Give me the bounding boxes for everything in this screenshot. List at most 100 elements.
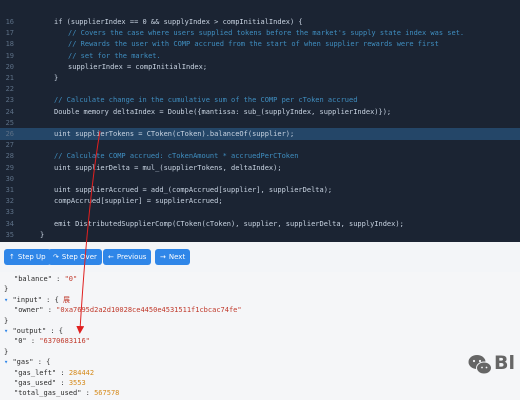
next-button[interactable]: → Next bbox=[155, 249, 191, 265]
code-text: // Rewards the user with COMP accrued fr… bbox=[68, 40, 439, 49]
json-key: } bbox=[4, 285, 9, 294]
step-over-icon: ↷ bbox=[53, 253, 59, 261]
code-text: Double memory deltaIndex = Double({manti… bbox=[54, 107, 392, 116]
code-line: 24 Double memory deltaIndex = Double({man… bbox=[0, 106, 520, 118]
code-text: } bbox=[54, 74, 59, 82]
code-line: 23 // Calculate change in the cumulative … bbox=[0, 94, 520, 106]
json-separator: : bbox=[56, 368, 69, 377]
json-key: } bbox=[4, 347, 9, 356]
debugger-toolbar: ↑ Step Up ↷ Step Over ← Previous → Next bbox=[0, 242, 520, 272]
code-line: 30 bbox=[0, 173, 520, 185]
arrow-up-icon: ↑ bbox=[9, 253, 15, 261]
json-line[interactable]: ▾ "input" : { 展 bbox=[4, 295, 70, 305]
json-line: "total_gas_used" : 567578 bbox=[14, 388, 119, 398]
code-line: 34 emit DistributedSupplierComp(CToken(cT… bbox=[0, 218, 520, 230]
line-number: 21 bbox=[5, 74, 14, 82]
code-line: 33 bbox=[0, 206, 520, 218]
json-line: "gas_used" : 3553 bbox=[14, 378, 86, 388]
line-number: 22 bbox=[5, 85, 14, 94]
json-separator: : bbox=[56, 379, 69, 387]
step-up-label: Step Up bbox=[17, 253, 46, 261]
line-number: 27 bbox=[5, 141, 14, 150]
brand-text: Bl bbox=[494, 352, 515, 374]
json-value: 567578 bbox=[94, 389, 120, 398]
line-number: 23 bbox=[5, 96, 14, 105]
step-over-button[interactable]: ↷ Step Over bbox=[48, 249, 102, 265]
line-number: 30 bbox=[5, 174, 14, 183]
previous-label: Previous bbox=[116, 253, 147, 261]
json-key: "total_gas_used" bbox=[14, 389, 82, 398]
code-line: 22 bbox=[0, 83, 520, 95]
line-number: 16 bbox=[5, 18, 14, 26]
json-line: "owner" : "0xa7695d2a2d10028ce4450e45315… bbox=[14, 305, 242, 315]
line-number: 29 bbox=[5, 163, 14, 172]
json-key: } bbox=[4, 316, 9, 325]
json-key: "gas_left" bbox=[14, 368, 57, 377]
json-line[interactable]: ▾ "output" : { bbox=[4, 326, 63, 336]
wechat-watermark: Bl bbox=[468, 352, 520, 380]
json-value: 展 bbox=[63, 295, 71, 304]
wechat-icon bbox=[468, 355, 492, 375]
code-text: // Calculate COMP accrued: cTokenAmount … bbox=[54, 152, 299, 161]
json-separator: : { bbox=[33, 358, 51, 367]
json-line: "balance" : "0" bbox=[14, 274, 77, 284]
json-separator: : { bbox=[41, 295, 64, 304]
json-key: "output" bbox=[12, 327, 47, 335]
arrow-right-icon: → bbox=[160, 253, 166, 261]
code-text: // Calculate change in the cumulative su… bbox=[54, 96, 358, 105]
code-line: 29 uint supplierDelta = mul_(supplierToke… bbox=[0, 162, 520, 174]
line-number: 24 bbox=[5, 107, 14, 116]
json-output-panel: "balance" : "0"} ▾ "input" : { 展 "owner" :… bbox=[0, 272, 520, 400]
line-number: 34 bbox=[5, 219, 14, 228]
json-value: "0" bbox=[64, 275, 78, 283]
code-editor: 16 if (supplierIndex == 0 && supplyIndex … bbox=[0, 0, 520, 242]
json-value: "0xa7695d2a2d10028ce4450e4531511f1cbcac7… bbox=[56, 306, 242, 315]
previous-button[interactable]: ← Previous bbox=[103, 249, 152, 265]
code-line: 32 compAccrued[supplier] = supplierAccrue… bbox=[0, 195, 520, 207]
next-label: Next bbox=[168, 253, 186, 261]
code-line: 27 bbox=[0, 139, 520, 151]
json-separator: : { bbox=[46, 327, 64, 335]
line-number: 28 bbox=[5, 152, 14, 161]
code-text: compAccrued[supplier] = supplierAccrued; bbox=[54, 197, 223, 206]
code-text: supplierIndex = compInitialIndex; bbox=[68, 62, 208, 71]
json-line: } bbox=[4, 284, 8, 294]
line-number: 35 bbox=[5, 230, 14, 239]
code-line: 20 supplierIndex = compInitialIndex; bbox=[0, 61, 520, 73]
line-number: 31 bbox=[5, 186, 14, 194]
code-text: } bbox=[40, 230, 45, 239]
json-key: "0" bbox=[14, 337, 27, 346]
code-text: uint supplierTokens = CToken(cToken).bal… bbox=[54, 130, 295, 138]
json-line: "gas_left" : 284442 bbox=[14, 368, 94, 378]
line-number: 20 bbox=[5, 62, 14, 71]
json-value: 284442 bbox=[68, 368, 95, 377]
code-text: uint supplierDelta = mul_(supplierTokens… bbox=[54, 163, 282, 172]
code-line: 31 uint supplierAccrued = add_(compAccrue… bbox=[0, 184, 520, 196]
json-value: 3553 bbox=[68, 379, 86, 387]
line-number: 18 bbox=[5, 40, 14, 49]
code-line: 16 if (supplierIndex == 0 && supplyIndex … bbox=[0, 16, 520, 28]
code-text: uint supplierAccrued = add_(compAccrued[… bbox=[54, 186, 333, 194]
code-line: 28 // Calculate COMP accrued: cTokenAmoun… bbox=[0, 150, 520, 162]
json-key: "gas" bbox=[12, 358, 34, 367]
code-line: 17 // Covers the case where users supplie… bbox=[0, 27, 520, 39]
code-text: emit DistributedSupplierComp(CToken(cTok… bbox=[54, 219, 404, 228]
code-line: 35} bbox=[0, 229, 520, 241]
step-up-button[interactable]: ↑ Step Up bbox=[4, 249, 51, 265]
line-number: 17 bbox=[5, 29, 14, 38]
json-key: "gas_used" bbox=[14, 379, 57, 387]
code-line: 19 // set for the market. bbox=[0, 50, 520, 62]
code-line: 18 // Rewards the user with COMP accrued … bbox=[0, 38, 520, 50]
step-over-label: Step Over bbox=[61, 253, 97, 261]
code-text: // Covers the case where users supplied … bbox=[68, 29, 465, 38]
code-line: 21} bbox=[0, 72, 520, 84]
arrow-left-icon: ← bbox=[108, 253, 114, 261]
json-key: "owner" bbox=[14, 306, 44, 315]
json-key: "balance" bbox=[14, 275, 52, 283]
json-line: } bbox=[4, 347, 8, 357]
line-number: 32 bbox=[5, 197, 14, 206]
line-number: 19 bbox=[5, 51, 14, 60]
json-separator: : bbox=[81, 389, 95, 398]
code-line: 25 bbox=[0, 117, 520, 129]
json-line[interactable]: ▾ "gas" : { bbox=[4, 357, 50, 367]
